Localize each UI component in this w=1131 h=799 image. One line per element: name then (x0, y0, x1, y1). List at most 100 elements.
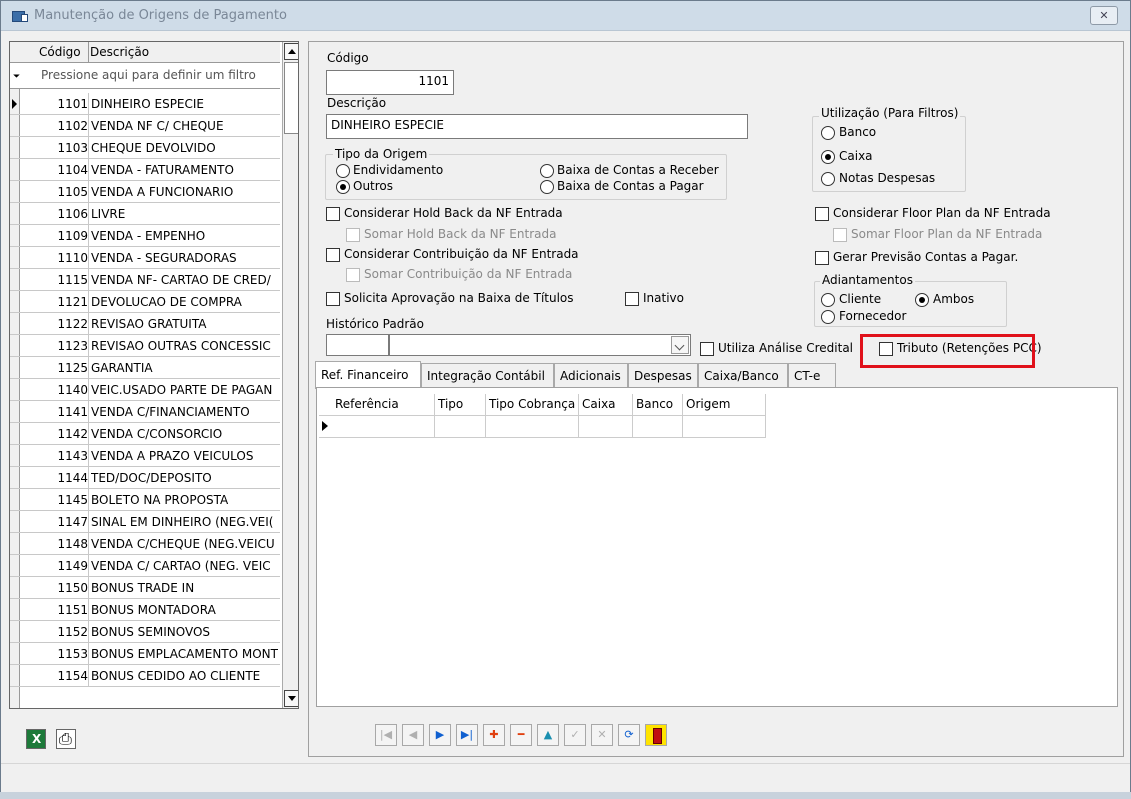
baixa-receber-radio[interactable] (540, 164, 554, 178)
first-record-button[interactable]: |◀ (375, 724, 397, 746)
historico-combo[interactable] (389, 334, 691, 356)
caixa-radio[interactable] (821, 150, 835, 164)
utiliza-analise-checkbox[interactable] (700, 342, 714, 356)
column-header-descricao[interactable]: Descrição (90, 45, 149, 59)
export-excel-icon[interactable] (26, 729, 46, 749)
list-item-code: 1110 (57, 251, 88, 265)
exit-button[interactable] (645, 724, 667, 746)
list-item[interactable]: 1102 VENDA NF C/ CHEQUE (10, 115, 280, 137)
list-item[interactable]: 1141 VENDA C/FINANCIAMENTO (10, 401, 280, 423)
list-item-code: 1101 (57, 97, 88, 111)
chevron-down-icon[interactable] (671, 336, 689, 354)
list-item[interactable]: 1106 LIVRE (10, 203, 280, 225)
list-item-desc: VENDA - SEGURADORAS (91, 251, 237, 265)
list-item[interactable]: 1103 CHEQUE DEVOLVIDO (10, 137, 280, 159)
tab-integracao-contabil[interactable]: Integração Contábil (421, 363, 554, 387)
descricao-label: Descrição (327, 96, 387, 110)
list-item[interactable]: 1109 VENDA - EMPENHO (10, 225, 280, 247)
list-scrollbar[interactable] (282, 42, 298, 708)
list-item-desc: GARANTIA (91, 361, 153, 375)
somar-contribuicao-checkbox[interactable] (346, 268, 360, 282)
column-header-tipo[interactable]: Tipo (438, 397, 463, 411)
delete-button[interactable]: ━ (510, 724, 532, 746)
ref-financeiro-grid[interactable]: Referência Tipo Tipo Cobrança Caixa Banc… (319, 394, 766, 438)
post-button[interactable]: ✓ (564, 724, 586, 746)
list-item[interactable]: 1115 VENDA NF- CARTAO DE CRED/ (10, 269, 280, 291)
somar-hold-back-checkbox[interactable] (346, 228, 360, 242)
list-item[interactable]: 1140 VEIC.USADO PARTE DE PAGAN (10, 379, 280, 401)
cancel-button[interactable]: ✕ (591, 724, 613, 746)
list-item[interactable]: 1154 BONUS CEDIDO AO CLIENTE (10, 665, 280, 687)
hold-back-checkbox[interactable] (326, 207, 340, 221)
list-item[interactable]: 1147 SINAL EM DINHEIRO (NEG.VEI( (10, 511, 280, 533)
list-item[interactable]: 1150 BONUS TRADE IN (10, 577, 280, 599)
tab-adicionais[interactable]: Adicionais (554, 363, 628, 387)
column-header-tipo-cobranca[interactable]: Tipo Cobrança (489, 397, 575, 411)
column-header-referencia[interactable]: Referência (335, 397, 399, 411)
inativo-checkbox[interactable] (625, 292, 639, 306)
list-item[interactable]: 1144 TED/DOC/DEPOSITO (10, 467, 280, 489)
column-header-codigo[interactable]: Código (39, 45, 81, 59)
column-header-origem[interactable]: Origem (686, 397, 730, 411)
list-item[interactable]: 1153 BONUS EMPLACAMENTO MONT (10, 643, 280, 665)
print-icon[interactable] (56, 729, 76, 749)
filter-row[interactable]: ⏷ Pressione aqui para definir um filtro (10, 63, 280, 89)
contribuicao-checkbox[interactable] (326, 248, 340, 262)
list-item[interactable]: 1105 VENDA A FUNCIONARIO (10, 181, 280, 203)
notas-despesas-radio[interactable] (821, 172, 835, 186)
list-item-code: 1152 (57, 625, 88, 639)
title-bar: Manutenção de Origens de Pagamento ✕ (1, 1, 1130, 31)
list-item[interactable]: 1143 VENDA A PRAZO VEICULOS (10, 445, 280, 467)
close-button[interactable]: ✕ (1090, 6, 1118, 25)
baixa-pagar-radio[interactable] (540, 180, 554, 194)
codigo-field[interactable]: 1101 (326, 70, 454, 95)
filter-prompt[interactable]: Pressione aqui para definir um filtro (41, 68, 256, 82)
list-item[interactable]: 1121 DEVOLUCAO DE COMPRA (10, 291, 280, 313)
gerar-previsao-checkbox[interactable] (815, 251, 829, 265)
column-header-caixa[interactable]: Caixa (582, 397, 616, 411)
cliente-radio[interactable] (821, 293, 835, 307)
scroll-thumb[interactable] (284, 62, 298, 134)
tab-caixa-banco[interactable]: Caixa/Banco (698, 363, 788, 387)
insert-button[interactable]: ✚ (483, 724, 505, 746)
outros-radio[interactable] (336, 180, 350, 194)
descricao-field[interactable]: DINHEIRO ESPECIE (326, 114, 748, 139)
prev-record-button[interactable]: ◀ (402, 724, 424, 746)
endividamento-label: Endividamento (353, 163, 444, 177)
list-item[interactable]: 1110 VENDA - SEGURADORAS (10, 247, 280, 269)
list-item[interactable]: 1104 VENDA - FATURAMENTO (10, 159, 280, 181)
list-item-desc: BONUS CEDIDO AO CLIENTE (91, 669, 261, 683)
list-item[interactable]: 1151 BONUS MONTADORA (10, 599, 280, 621)
edit-button[interactable]: ▲ (537, 724, 559, 746)
tab-despesas[interactable]: Despesas (628, 363, 698, 387)
scroll-up-icon[interactable] (284, 43, 298, 60)
solicita-aprovacao-checkbox[interactable] (326, 292, 340, 306)
banco-radio[interactable] (821, 126, 835, 140)
tab-ct-e[interactable]: CT-e (788, 363, 836, 387)
list-item[interactable]: 1123 REVISAO OUTRAS CONCESSIC (10, 335, 280, 357)
floor-plan-checkbox[interactable] (815, 207, 829, 221)
endividamento-radio[interactable] (336, 164, 350, 178)
ambos-radio[interactable] (915, 293, 929, 307)
tab-ref-financeiro[interactable]: Ref. Financeiro (315, 361, 421, 389)
list-item-code: 1145 (57, 493, 88, 507)
list-item[interactable]: 1101 DINHEIRO ESPECIE (10, 93, 280, 115)
column-header-banco[interactable]: Banco (636, 397, 673, 411)
last-record-button[interactable]: ▶| (456, 724, 478, 746)
list-item[interactable]: 1125 GARANTIA (10, 357, 280, 379)
list-item[interactable]: 1122 REVISAO GRATUITA (10, 313, 280, 335)
list-item[interactable]: 1145 BOLETO NA PROPOSTA (10, 489, 280, 511)
historico-code-field[interactable] (326, 334, 389, 356)
fornecedor-radio[interactable] (821, 310, 835, 324)
list-item[interactable]: 1152 BONUS SEMINOVOS (10, 621, 280, 643)
somar-floor-plan-checkbox[interactable] (833, 228, 847, 242)
refresh-button[interactable]: ⟳ (618, 724, 640, 746)
list-item[interactable]: 1148 VENDA C/CHEQUE (NEG.VEICU (10, 533, 280, 555)
origins-list-grid[interactable]: Código Descrição ⏷ Pressione aqui para d… (9, 41, 299, 709)
list-item[interactable]: 1142 VENDA C/CONSORCIO (10, 423, 280, 445)
next-record-button[interactable]: ▶ (429, 724, 451, 746)
list-item[interactable]: 1149 VENDA C/ CARTAO (NEG. VEIC (10, 555, 280, 577)
list-item-desc: REVISAO GRATUITA (91, 317, 207, 331)
scroll-down-icon[interactable] (284, 690, 298, 707)
list-item-desc: VENDA NF C/ CHEQUE (91, 119, 224, 133)
